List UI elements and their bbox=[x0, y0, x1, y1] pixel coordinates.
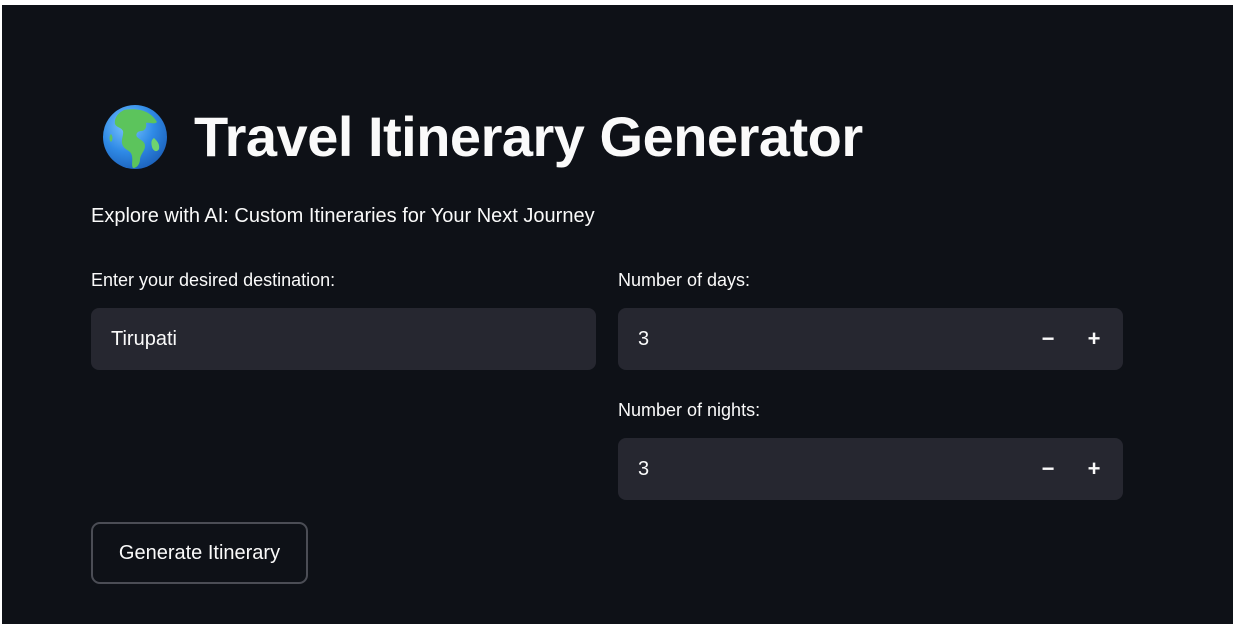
days-stepper[interactable]: − + bbox=[618, 308, 1123, 370]
nights-label: Number of nights: bbox=[618, 400, 761, 420]
page-title: Travel Itinerary Generator bbox=[194, 105, 863, 168]
days-input[interactable] bbox=[618, 327, 1025, 351]
destination-label: Enter your desired destination: bbox=[91, 270, 336, 290]
header: Travel Itinerary Generator bbox=[102, 97, 863, 177]
days-label: Number of days: bbox=[618, 270, 751, 290]
generate-itinerary-button[interactable]: Generate Itinerary bbox=[91, 522, 308, 584]
globe-icon bbox=[103, 105, 167, 169]
page-subtitle: Explore with AI: Custom Itineraries for … bbox=[91, 205, 595, 227]
days-increment-button[interactable]: + bbox=[1071, 308, 1117, 370]
days-decrement-button[interactable]: − bbox=[1025, 308, 1071, 370]
nights-decrement-button[interactable]: − bbox=[1025, 438, 1071, 500]
app-container: Travel Itinerary Generator Explore with … bbox=[2, 5, 1233, 624]
nights-stepper[interactable]: − + bbox=[618, 438, 1123, 500]
destination-input[interactable] bbox=[111, 327, 596, 351]
nights-increment-button[interactable]: + bbox=[1071, 438, 1117, 500]
nights-input[interactable] bbox=[618, 457, 1025, 481]
destination-field[interactable] bbox=[91, 308, 596, 370]
